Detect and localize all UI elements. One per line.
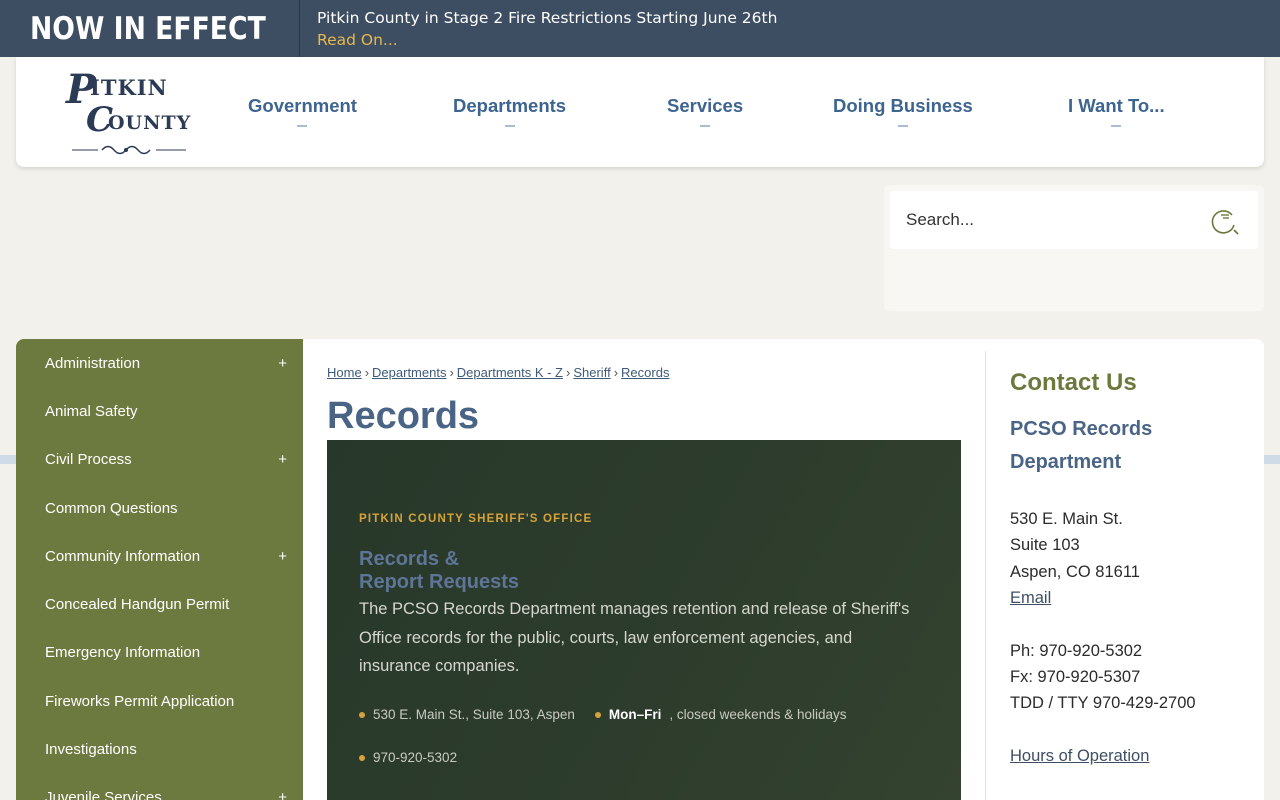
contact-address-line1: 530 E. Main St. — [1010, 510, 1123, 528]
sidebar-item-fireworks-permit[interactable]: Fireworks Permit Application — [16, 677, 303, 725]
hero-hours-note: , closed weekends & holidays — [669, 707, 847, 722]
hero-description: The PCSO Records Department manages rete… — [359, 600, 910, 675]
sidebar-item-label: Animal Safety — [45, 402, 138, 420]
bullet-dot-icon — [594, 711, 601, 718]
hero-meta-row: 530 E. Main St., Suite 103, Aspen Mon–Fr… — [359, 707, 847, 722]
nav-i-want-to[interactable]: I Want To... — [1068, 95, 1165, 127]
alert-label-block: NOW IN EFFECT — [0, 0, 300, 57]
hero-phone: 970-920-5302 — [373, 750, 458, 765]
expand-icon[interactable]: + — [278, 789, 287, 800]
pitkin-county-logo[interactable]: P ITKIN C OUNTY — [60, 65, 200, 161]
svg-text:ITKIN: ITKIN — [90, 75, 168, 100]
sidebar-nav: Administration + Animal Safety Civil Pro… — [16, 339, 303, 800]
sidebar-item-label: Community Information — [45, 547, 201, 565]
contact-phone: Ph: 970-920-5302 — [1010, 642, 1143, 660]
contact-fax: Fx: 970-920-5307 — [1010, 668, 1141, 686]
nav-doing-business[interactable]: Doing Business — [833, 95, 973, 127]
nav-government[interactable]: Government — [248, 95, 357, 127]
sidebar-item-administration[interactable]: Administration + — [16, 339, 303, 387]
hero-address: 530 E. Main St., Suite 103, Aspen — [373, 707, 575, 722]
alert-bar: NOW IN EFFECT Pitkin County in Stage 2 F… — [0, 0, 1280, 57]
contact-title: Contact Us — [1010, 369, 1137, 396]
alert-read-on-link[interactable]: Read On... — [317, 29, 777, 51]
alert-message: Pitkin County in Stage 2 Fire Restrictio… — [300, 7, 777, 51]
sidebar-item-label: Fireworks Permit Application — [45, 692, 235, 710]
hero-heading: Records & Report Requests — [359, 548, 659, 594]
sidebar-item-label: Emergency Information — [45, 643, 201, 661]
expand-icon[interactable]: + — [278, 355, 287, 372]
nav-departments[interactable]: Departments — [453, 95, 566, 127]
sidebar-item-civil-process[interactable]: Civil Process + — [16, 435, 303, 483]
breadcrumb-departments[interactable]: Departments — [372, 365, 446, 380]
svg-text:OUNTY: OUNTY — [108, 112, 191, 134]
search-panel — [884, 185, 1264, 311]
expand-icon[interactable]: + — [278, 451, 287, 468]
hero-kicker: PITKIN COUNTY SHERIFF'S OFFICE — [359, 513, 593, 525]
nav-services[interactable]: Services — [667, 95, 743, 127]
sidebar-item-juvenile-services[interactable]: Juvenile Services + — [16, 773, 303, 800]
contact-address-line2: Suite 103 — [1010, 536, 1080, 554]
contact-dept-line2: Department — [1010, 451, 1122, 473]
breadcrumb-records[interactable]: Records — [621, 365, 669, 380]
breadcrumb-departments-k-z[interactable]: Departments K - Z — [457, 365, 563, 380]
site-header: P ITKIN C OUNTY Government Departments S… — [16, 57, 1264, 167]
sidebar-item-label: Juvenile Services — [45, 788, 162, 800]
sidebar-item-community-information[interactable]: Community Information + — [16, 532, 303, 580]
contact-tdd: TDD / TTY 970-429-2700 — [1010, 694, 1196, 712]
sidebar-item-label: Administration — [45, 354, 141, 372]
contact-department: PCSO Records Department — [1010, 413, 1240, 479]
search-input[interactable] — [906, 191, 1206, 249]
sidebar-item-emergency-information[interactable]: Emergency Information — [16, 628, 303, 676]
search-box — [890, 191, 1258, 249]
hero-banner: PITKIN COUNTY SHERIFF'S OFFICE Records &… — [327, 440, 961, 800]
sidebar-item-label: Common Questions — [45, 499, 178, 517]
breadcrumb-home[interactable]: Home — [327, 365, 362, 380]
sidebar-item-label: Concealed Handgun Permit — [45, 595, 230, 613]
sidebar-item-label: Investigations — [45, 740, 137, 758]
contact-dept-line1: PCSO Records — [1010, 418, 1153, 440]
breadcrumb: Home › Departments › Departments K - Z › Sheri… — [327, 365, 670, 380]
contact-address-line3: Aspen, CO 81611 — [1010, 563, 1140, 581]
hero-hours-days: Mon–Fri — [608, 707, 662, 722]
hours-of-operation-link[interactable]: Hours of Operation — [1010, 747, 1149, 766]
expand-icon[interactable]: + — [278, 548, 287, 565]
hero-phone-row: 970-920-5302 — [359, 750, 457, 765]
contact-email-link[interactable]: Email — [1010, 589, 1051, 608]
alert-title: Pitkin County in Stage 2 Fire Restrictio… — [317, 8, 778, 27]
sidebar-item-label: Civil Process — [45, 450, 132, 468]
search-icon[interactable] — [1210, 206, 1240, 236]
contact-divider — [985, 351, 986, 800]
bullet-dot-icon — [359, 754, 365, 761]
sidebar-item-concealed-handgun-permit[interactable]: Concealed Handgun Permit — [16, 580, 303, 628]
sidebar-item-investigations[interactable]: Investigations — [16, 725, 303, 773]
page-title: Records — [327, 395, 480, 437]
alert-label: NOW IN EFFECT — [30, 10, 266, 47]
bullet-dot-icon — [359, 711, 365, 718]
sidebar-item-common-questions[interactable]: Common Questions — [16, 484, 303, 532]
content-card: Administration + Animal Safety Civil Pro… — [16, 339, 1264, 800]
hero-heading-line1: Records & — [359, 548, 460, 570]
sidebar-item-animal-safety[interactable]: Animal Safety — [16, 387, 303, 435]
hero-heading-line2: Report Requests — [359, 571, 520, 593]
breadcrumb-sheriff[interactable]: Sheriff — [573, 365, 610, 380]
